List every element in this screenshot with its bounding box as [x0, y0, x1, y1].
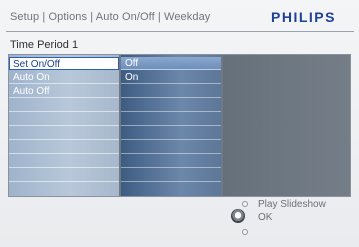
- option-item-label: On: [125, 72, 139, 83]
- option-item-empty: [121, 85, 221, 98]
- page-title: Time Period 1: [10, 39, 79, 51]
- option-item-empty: [121, 169, 221, 182]
- nav-up-icon: [242, 201, 248, 207]
- menu-item-empty: [9, 155, 119, 168]
- menu-column-settings: Set On/Off Auto On Auto Off: [9, 55, 119, 196]
- menu-column-options: Off On: [121, 55, 221, 196]
- option-item-empty: [121, 127, 221, 140]
- menu-item-set-on-off[interactable]: Set On/Off: [9, 57, 119, 70]
- nav-knob-icon[interactable]: [231, 209, 245, 223]
- menu-panel: Set On/Off Auto On Auto Off Off On: [8, 54, 351, 197]
- menu-item-label: Auto On: [13, 72, 50, 83]
- breadcrumb: Setup | Options | Auto On/Off | Weekday: [10, 11, 211, 23]
- option-item-empty: [121, 141, 221, 154]
- option-item-empty: [121, 99, 221, 112]
- option-item-on[interactable]: On: [121, 71, 221, 84]
- photo-frame-screen: Setup | Options | Auto On/Off | Weekday …: [0, 0, 359, 247]
- option-item-empty: [121, 113, 221, 126]
- menu-column-preview: [223, 55, 350, 196]
- play-slideshow-hint: Play Slideshow: [258, 199, 326, 210]
- menu-item-label: Auto Off: [13, 86, 50, 97]
- menu-item-label: Set On/Off: [13, 59, 61, 70]
- menu-item-empty: [9, 127, 119, 140]
- option-item-empty: [121, 155, 221, 168]
- nav-down-icon: [242, 229, 248, 235]
- menu-item-empty: [9, 169, 119, 182]
- menu-item-empty: [9, 141, 119, 154]
- menu-item-auto-on[interactable]: Auto On: [9, 71, 119, 84]
- menu-item-empty: [9, 99, 119, 112]
- menu-item-empty: [9, 113, 119, 126]
- header: Setup | Options | Auto On/Off | Weekday …: [0, 0, 359, 36]
- option-item-label: Off: [125, 58, 139, 69]
- brand-logo: PHILIPS: [271, 9, 336, 25]
- menu-item-auto-off[interactable]: Auto Off: [9, 85, 119, 98]
- header-divider: [6, 31, 354, 32]
- option-item-off[interactable]: Off: [121, 57, 221, 70]
- ok-hint: OK: [258, 212, 273, 223]
